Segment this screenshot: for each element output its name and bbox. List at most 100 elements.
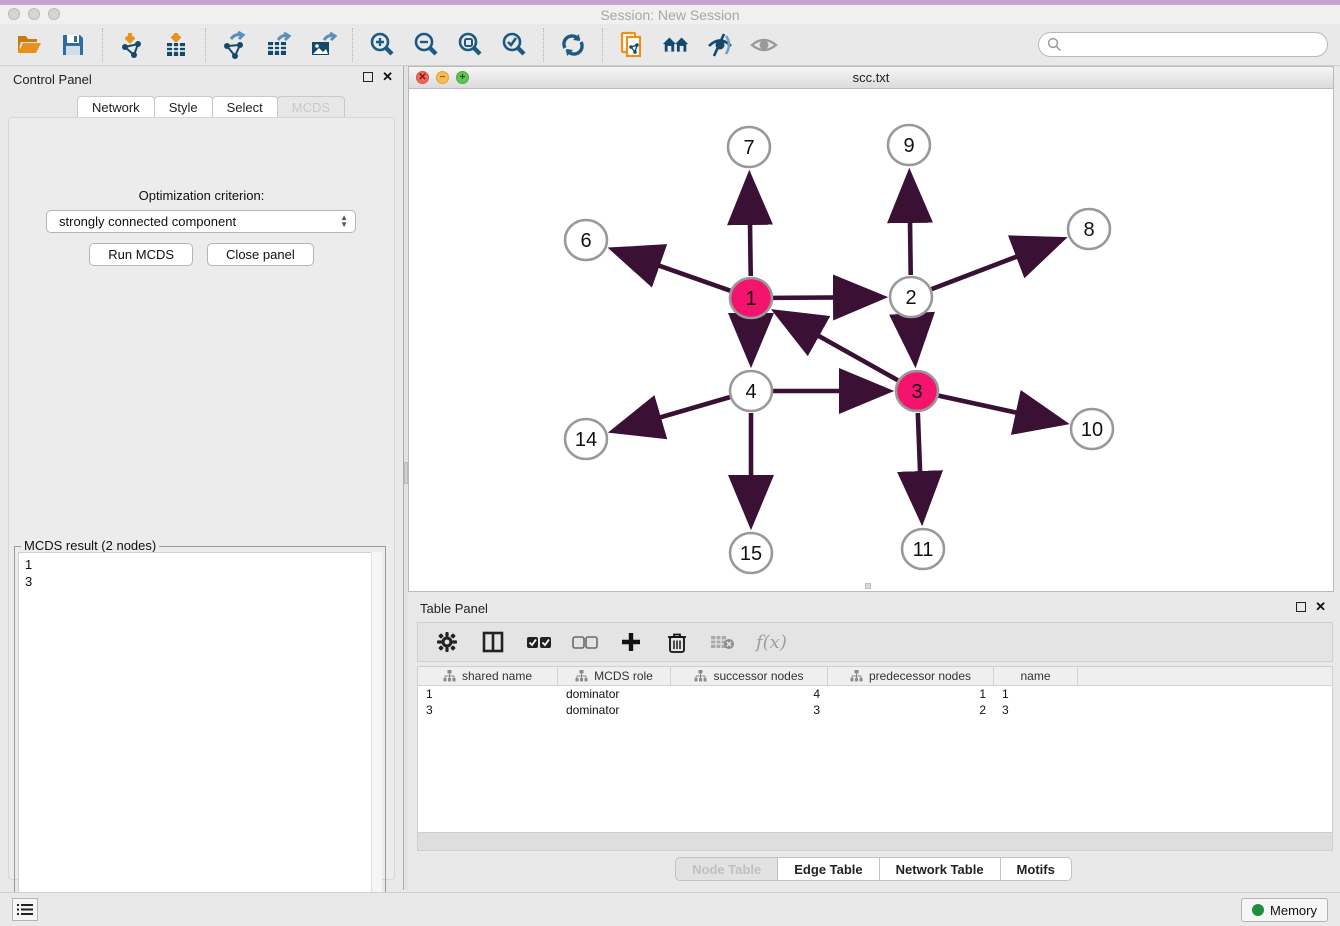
graph-node-label: 7: [743, 137, 754, 159]
canvas-resize-handle[interactable]: [865, 583, 871, 589]
tab-node-table[interactable]: Node Table: [675, 857, 778, 881]
column-header-shared-name[interactable]: shared name: [418, 667, 558, 685]
gear-icon: [436, 631, 458, 653]
export-image-button[interactable]: [308, 30, 338, 60]
tab-mcds[interactable]: MCDS: [277, 96, 345, 118]
save-session-button[interactable]: [58, 30, 88, 60]
import-group: [102, 28, 205, 62]
table-cell[interactable]: 3: [671, 702, 828, 718]
table-bottom-strip: [417, 833, 1333, 851]
table-cell[interactable]: 3: [418, 702, 558, 718]
add-column-button[interactable]: [618, 629, 644, 655]
graph-edge-2-9[interactable]: [909, 177, 910, 275]
tab-network[interactable]: Network: [77, 96, 155, 118]
float-panel-icon[interactable]: [363, 72, 373, 82]
mcds-tab-content: Optimization criterion: strongly connect…: [8, 117, 395, 880]
column-header-successor-nodes[interactable]: successor nodes: [671, 667, 828, 685]
tab-select[interactable]: Select: [212, 96, 278, 118]
table-cell[interactable]: 3: [994, 702, 1078, 718]
dropdown-stepper-icon: ▲▼: [340, 214, 348, 228]
graph-node-label: 4: [745, 381, 756, 403]
zoom-selected-button[interactable]: [499, 30, 529, 60]
first-neighbors-button[interactable]: [661, 30, 691, 60]
table-options-button[interactable]: [434, 629, 460, 655]
show-columns-button[interactable]: [480, 629, 506, 655]
close-panel-button[interactable]: Close panel: [207, 243, 314, 266]
clone-network-button[interactable]: [617, 30, 647, 60]
table-panel-title: Table Panel: [420, 601, 488, 616]
table-cell[interactable]: 4: [671, 686, 828, 702]
tab-edge-table[interactable]: Edge Table: [777, 857, 879, 881]
graph-edge-1-7[interactable]: [749, 179, 750, 276]
select-all-button[interactable]: [526, 629, 552, 655]
table-cell[interactable]: 1: [994, 686, 1078, 702]
tab-network-table[interactable]: Network Table: [879, 857, 1001, 881]
mcds-result-title: MCDS result (2 nodes): [21, 538, 159, 553]
mcds-result-text[interactable]: 1 3: [18, 552, 382, 922]
zoom-in-button[interactable]: [367, 30, 397, 60]
float-table-panel-icon[interactable]: [1296, 602, 1306, 612]
graph-edge-1-2[interactable]: [773, 297, 879, 298]
open-session-button[interactable]: [14, 30, 44, 60]
graph-edge-3-10[interactable]: [938, 396, 1060, 423]
zoom-fit-icon: [456, 31, 484, 59]
graph-edge-3-1[interactable]: [779, 314, 898, 381]
task-history-button[interactable]: [12, 898, 38, 921]
deselect-all-button[interactable]: [572, 629, 598, 655]
hide-eye-icon: [706, 32, 734, 58]
zoom-fit-button[interactable]: [455, 30, 485, 60]
run-mcds-button[interactable]: Run MCDS: [89, 243, 193, 266]
tab-style[interactable]: Style: [154, 96, 213, 118]
table-row[interactable]: 1dominator411: [418, 686, 1332, 702]
delete-table-icon: [710, 633, 736, 651]
delete-column-button[interactable]: [664, 629, 690, 655]
refresh-layout-button[interactable]: [558, 30, 588, 60]
search-input[interactable]: [1038, 32, 1328, 57]
column-label: shared name: [462, 669, 532, 683]
graph-node-label: 3: [911, 381, 922, 403]
column-header-MCDS-role[interactable]: MCDS role: [558, 667, 671, 685]
trash-icon: [667, 631, 687, 653]
graph-edge-4-14[interactable]: [617, 397, 730, 430]
graph-edge-2-8[interactable]: [932, 240, 1060, 289]
table-cell[interactable]: 2: [828, 702, 994, 718]
table-header-row[interactable]: shared name MCDS rolesuccessor nodesprede…: [418, 667, 1332, 686]
import-network-button[interactable]: [117, 30, 147, 60]
table-cell[interactable]: 1: [418, 686, 558, 702]
export-network-button[interactable]: [220, 30, 250, 60]
result-scrollbar[interactable]: [371, 552, 382, 922]
column-header-predecessor-nodes[interactable]: predecessor nodes: [828, 667, 994, 685]
table-body[interactable]: 1dominator4113dominator323: [418, 686, 1332, 718]
show-all-button[interactable]: [749, 30, 779, 60]
column-header-name[interactable]: name: [994, 667, 1078, 685]
graph-edge-2-3[interactable]: [912, 319, 915, 359]
search-icon: [1047, 37, 1062, 52]
node-table[interactable]: shared name MCDS rolesuccessor nodesprede…: [417, 666, 1333, 833]
open-folder-icon: [15, 31, 43, 59]
table-cell[interactable]: dominator: [558, 686, 671, 702]
optimization-criterion-select[interactable]: strongly connected component ▲▼: [46, 210, 356, 233]
table-row[interactable]: 3dominator323: [418, 702, 1332, 718]
layout-group: [543, 28, 602, 62]
close-table-panel-icon[interactable]: ✕: [1315, 602, 1326, 612]
select-all-check-icon: [526, 635, 552, 649]
show-eye-icon: [749, 33, 779, 57]
hide-selected-button[interactable]: [705, 30, 735, 60]
network-canvas[interactable]: 7968124314101511: [409, 89, 1333, 591]
export-group: [205, 28, 352, 62]
table-cell[interactable]: 1: [828, 686, 994, 702]
zoom-group: [352, 28, 543, 62]
memory-button[interactable]: Memory: [1241, 898, 1328, 922]
import-table-button[interactable]: [161, 30, 191, 60]
graph-edge-1-6[interactable]: [616, 251, 730, 291]
zoom-out-button[interactable]: [411, 30, 441, 60]
function-builder-button[interactable]: f(x): [756, 632, 787, 653]
delete-table-button[interactable]: [710, 629, 736, 655]
export-table-button[interactable]: [264, 30, 294, 60]
network-window-titlebar[interactable]: ✕ − + scc.txt: [409, 67, 1333, 89]
network-graph[interactable]: 7968124314101511: [409, 89, 1333, 591]
tab-motifs[interactable]: Motifs: [1000, 857, 1072, 881]
table-cell[interactable]: dominator: [558, 702, 671, 718]
graph-edge-3-11[interactable]: [918, 413, 922, 517]
close-panel-icon[interactable]: ✕: [382, 72, 393, 82]
